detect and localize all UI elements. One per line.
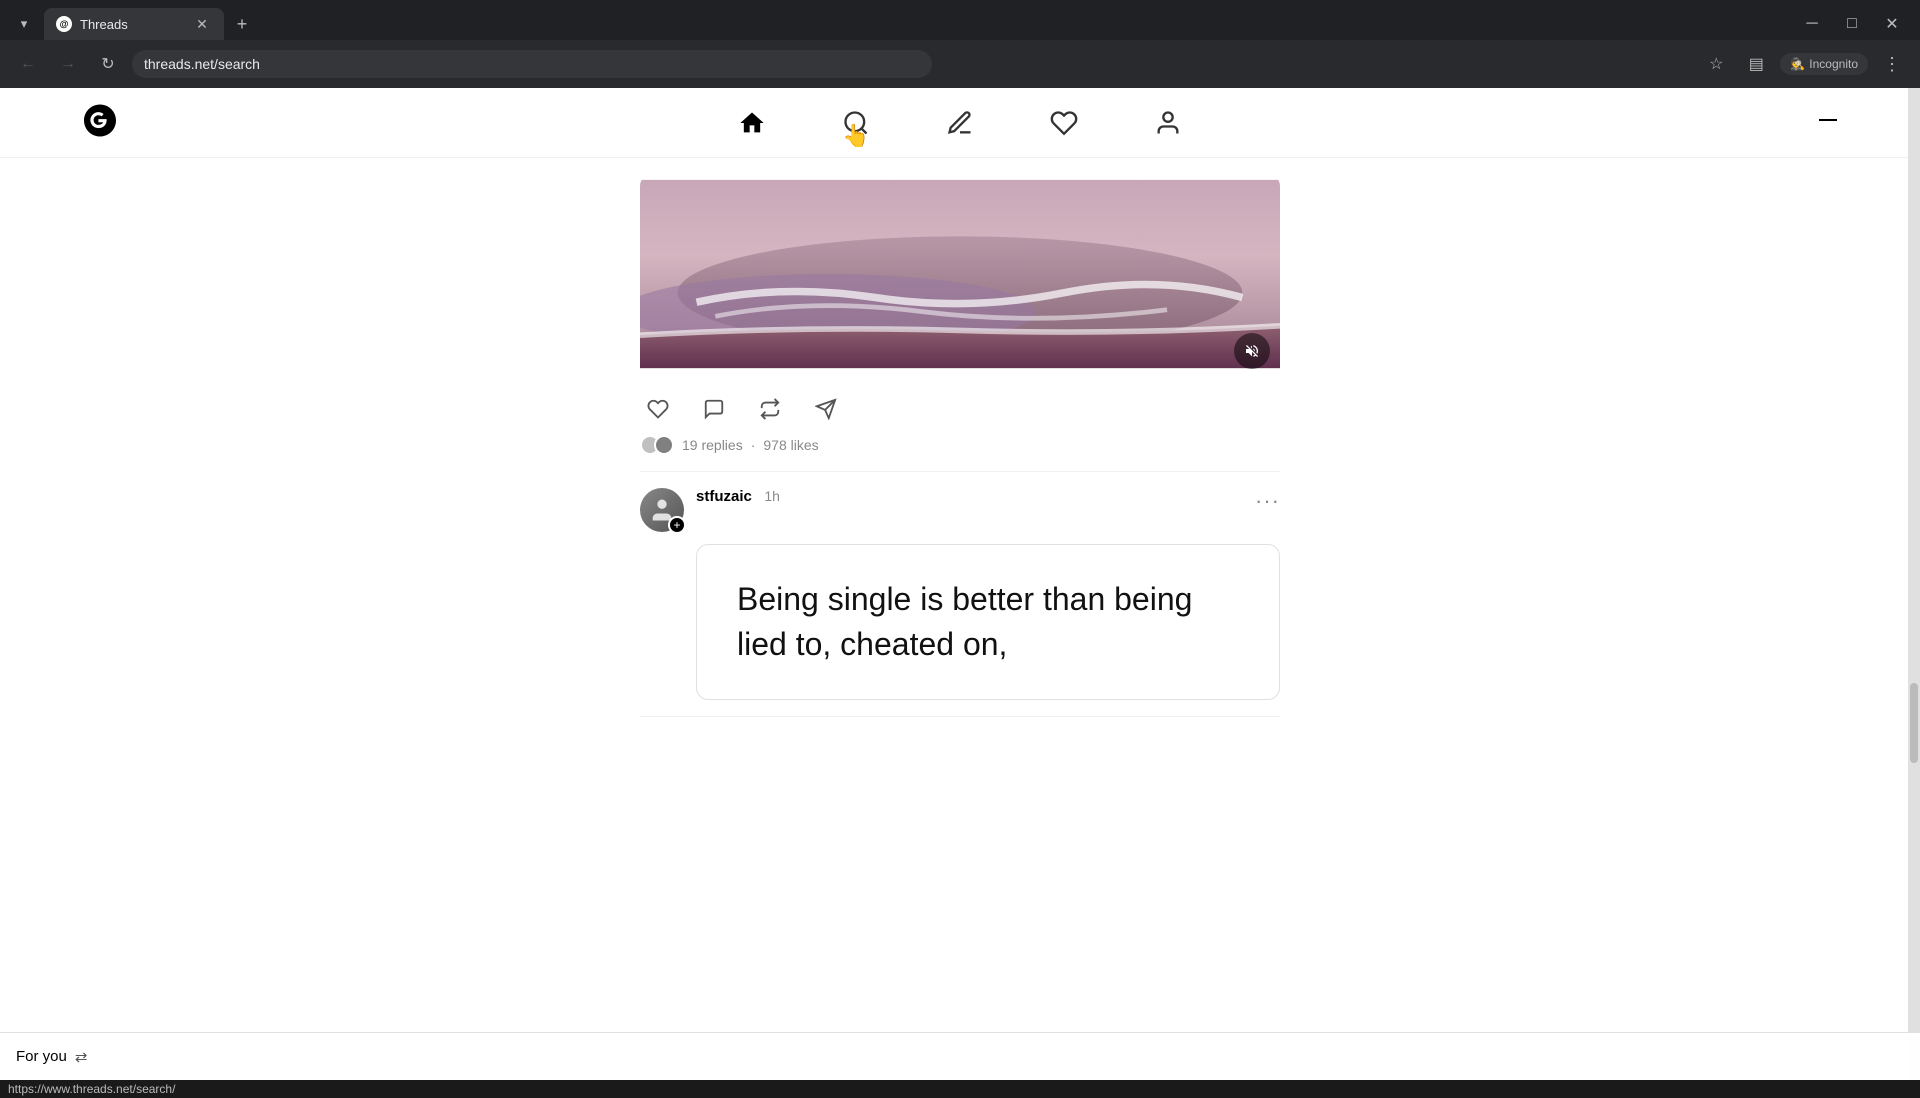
replies-count: 19 replies (682, 437, 743, 453)
post-username: stfuzaic (696, 488, 752, 505)
profile-switcher-btn[interactable]: ▾ (8, 8, 40, 40)
profile-nav-btn[interactable] (1146, 101, 1190, 145)
home-nav-btn[interactable] (730, 101, 774, 145)
refresh-icon: ⇄ (75, 1048, 88, 1066)
incognito-icon: 🕵 (1790, 57, 1805, 71)
new-tab-btn[interactable]: + (228, 10, 256, 38)
tab-title: Threads (80, 17, 128, 32)
share-btn[interactable] (808, 391, 844, 427)
back-btn[interactable]: ← (12, 48, 44, 80)
activity-nav-btn[interactable] (1042, 101, 1086, 145)
repost-btn[interactable] (752, 391, 788, 427)
status-bar: https://www.threads.net/search/ (0, 1080, 1920, 1098)
compose-nav-btn[interactable] (938, 101, 982, 145)
avatar-wrap: + (640, 488, 684, 532)
post-1: 19 replies · 978 likes (640, 158, 1280, 472)
post-meta: stfuzaic 1h (696, 488, 1243, 506)
address-bar-row: ← → ↻ ☆ ▤ 🕵 Incognito ⋮ (0, 40, 1920, 88)
post-image (640, 174, 1280, 374)
mute-btn[interactable] (1234, 333, 1270, 369)
page: 👆 (0, 88, 1920, 1080)
tab-favicon: @ (56, 16, 72, 32)
active-tab[interactable]: @ Threads ✕ (44, 8, 224, 40)
mini-avatar-2 (654, 435, 674, 455)
address-bar-right: ☆ ▤ 🕵 Incognito ⋮ (1700, 48, 1908, 80)
maximize-btn[interactable]: □ (1836, 8, 1868, 40)
post-more-btn[interactable]: ··· (1255, 488, 1280, 514)
browser-chrome: ▾ @ Threads ✕ + ─ □ ✕ ← → ↻ ☆ ▤ 🕵 Incogn… (0, 0, 1920, 88)
minimize-btn[interactable]: ─ (1796, 8, 1828, 40)
tab-close-btn[interactable]: ✕ (192, 14, 212, 34)
bookmark-btn[interactable]: ☆ (1700, 48, 1732, 80)
hamburger-menu-btn[interactable] (1816, 108, 1840, 138)
tab-bar-left: ▾ @ Threads ✕ + (0, 8, 256, 40)
top-nav: 👆 (0, 88, 1920, 158)
bottom-bar: For you ⇄ (0, 1032, 1920, 1080)
post-stats: 19 replies · 978 likes (640, 435, 1280, 455)
address-input[interactable] (132, 50, 932, 78)
close-btn[interactable]: ✕ (1876, 8, 1908, 40)
stats-separator: · (751, 437, 756, 453)
feed: 19 replies · 978 likes + (620, 158, 1300, 717)
menu-btn-browser[interactable]: ⋮ (1876, 48, 1908, 80)
threads-logo (80, 100, 120, 145)
status-url: https://www.threads.net/search/ (8, 1082, 175, 1096)
scroll-area[interactable]: 19 replies · 978 likes + (0, 158, 1920, 1080)
like-btn[interactable] (640, 391, 676, 427)
avatar-plus-btn[interactable]: + (668, 516, 686, 534)
sidebar-btn[interactable]: ▤ (1740, 48, 1772, 80)
refresh-btn[interactable]: ↻ (92, 48, 124, 80)
post-content-card: Being single is better than being lied t… (696, 544, 1280, 700)
for-you-label: For you (16, 1048, 67, 1065)
scrollbar-thumb (1910, 683, 1918, 763)
nav-icons: 👆 (730, 101, 1190, 145)
incognito-label: Incognito (1809, 57, 1858, 71)
post-2-header: + stfuzaic 1h ··· (640, 488, 1280, 532)
incognito-badge: 🕵 Incognito (1780, 53, 1868, 75)
forward-btn[interactable]: → (52, 48, 84, 80)
post-time: 1h (764, 488, 780, 504)
tab-bar: ▾ @ Threads ✕ + ─ □ ✕ (0, 0, 1920, 40)
post-text: Being single is better than being lied t… (737, 577, 1239, 667)
post-media[interactable] (640, 174, 1280, 379)
search-nav-btn[interactable]: 👆 (834, 101, 878, 145)
post-actions (640, 391, 1280, 427)
reply-avatars (640, 435, 674, 455)
comment-btn[interactable] (696, 391, 732, 427)
post-2: + stfuzaic 1h ··· Being single is better… (640, 472, 1280, 717)
right-scrollbar[interactable] (1908, 88, 1920, 1080)
likes-count: 978 likes (763, 437, 818, 453)
